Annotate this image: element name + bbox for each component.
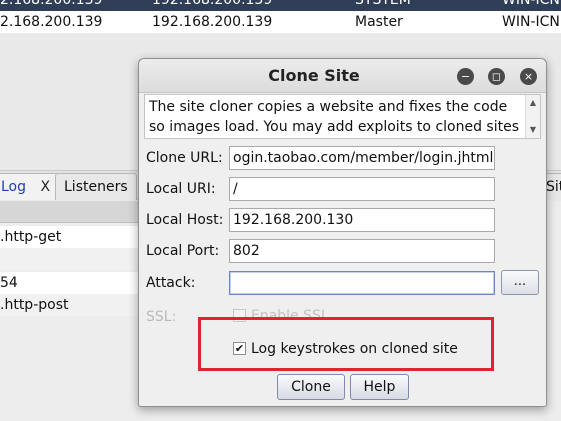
tab-sites-label: Sit — [546, 179, 561, 195]
clone-url-input[interactable]: ogin.taobao.com/member/login.jhtml? — [229, 146, 495, 170]
description-box[interactable]: The site cloner copies a website and fix… — [144, 94, 541, 139]
local-host-input[interactable]: 192.168.200.130 — [229, 208, 495, 232]
table-cell-internal: 192.168.200.139 — [152, 0, 273, 8]
list-item[interactable] — [0, 248, 140, 270]
table-cell-internal: 192.168.200.139 — [152, 14, 273, 30]
table-cell-user: Master — [355, 14, 403, 30]
local-uri-label: Local URI: — [146, 181, 216, 197]
maximize-icon[interactable]: ◻ — [488, 68, 505, 85]
highlight-annotation — [198, 317, 494, 371]
table-cell-external: 2.168.200.139 — [0, 14, 103, 30]
minimize-icon[interactable]: − — [457, 68, 474, 85]
scroll-down-icon[interactable]: ▼ — [526, 124, 540, 136]
app-window: 2.168.200.139 192.168.200.139 SYSTEM WIN… — [0, 0, 561, 421]
close-icon[interactable]: X — [40, 179, 50, 195]
dialog-title: Clone Site — [268, 66, 360, 85]
clone-url-label: Clone URL: — [146, 150, 223, 166]
list-item[interactable]: .http-post — [0, 294, 140, 316]
tab-listeners[interactable]: Listeners — [55, 173, 137, 200]
close-icon[interactable]: × — [520, 68, 537, 85]
table-row[interactable]: 2.168.200.139 192.168.200.139 SYSTEM WIN… — [0, 0, 561, 11]
list-item[interactable]: .http-get — [0, 226, 140, 248]
list-item[interactable]: 54 — [0, 272, 140, 294]
local-port-label: Local Port: — [146, 243, 220, 259]
tab-listeners-label: Listeners — [64, 179, 128, 195]
table-cell-external: 2.168.200.139 — [0, 0, 103, 8]
table-cell-computer: WIN-ICN7 — [502, 0, 561, 8]
table-cell-user: SYSTEM — [355, 0, 411, 8]
local-host-label: Local Host: — [146, 212, 224, 228]
table-cell-computer: WIN-ICN7 — [502, 14, 561, 30]
help-button[interactable]: Help — [350, 374, 409, 400]
table-row[interactable]: 2.168.200.139 192.168.200.139 Master WIN… — [0, 11, 561, 33]
local-port-input[interactable]: 802 — [229, 239, 495, 263]
attack-label: Attack: — [146, 275, 196, 291]
local-uri-input[interactable]: / — [229, 177, 495, 201]
description-text: The site cloner copies a website and fix… — [149, 99, 519, 135]
ssl-label: SSL: — [146, 309, 177, 325]
tab-log-label: Log — [1, 179, 27, 195]
tab-log[interactable]: Log X — [0, 173, 60, 200]
listeners-header — [0, 201, 140, 223]
description-scrollbar[interactable]: ▲ ▼ — [525, 95, 540, 138]
clone-button[interactable]: Clone — [277, 374, 345, 400]
dialog-titlebar[interactable]: Clone Site − ◻ × — [139, 59, 546, 93]
attack-browse-button[interactable]: ... — [501, 270, 539, 295]
attack-input[interactable] — [229, 271, 495, 295]
scroll-up-icon[interactable]: ▲ — [526, 97, 540, 109]
